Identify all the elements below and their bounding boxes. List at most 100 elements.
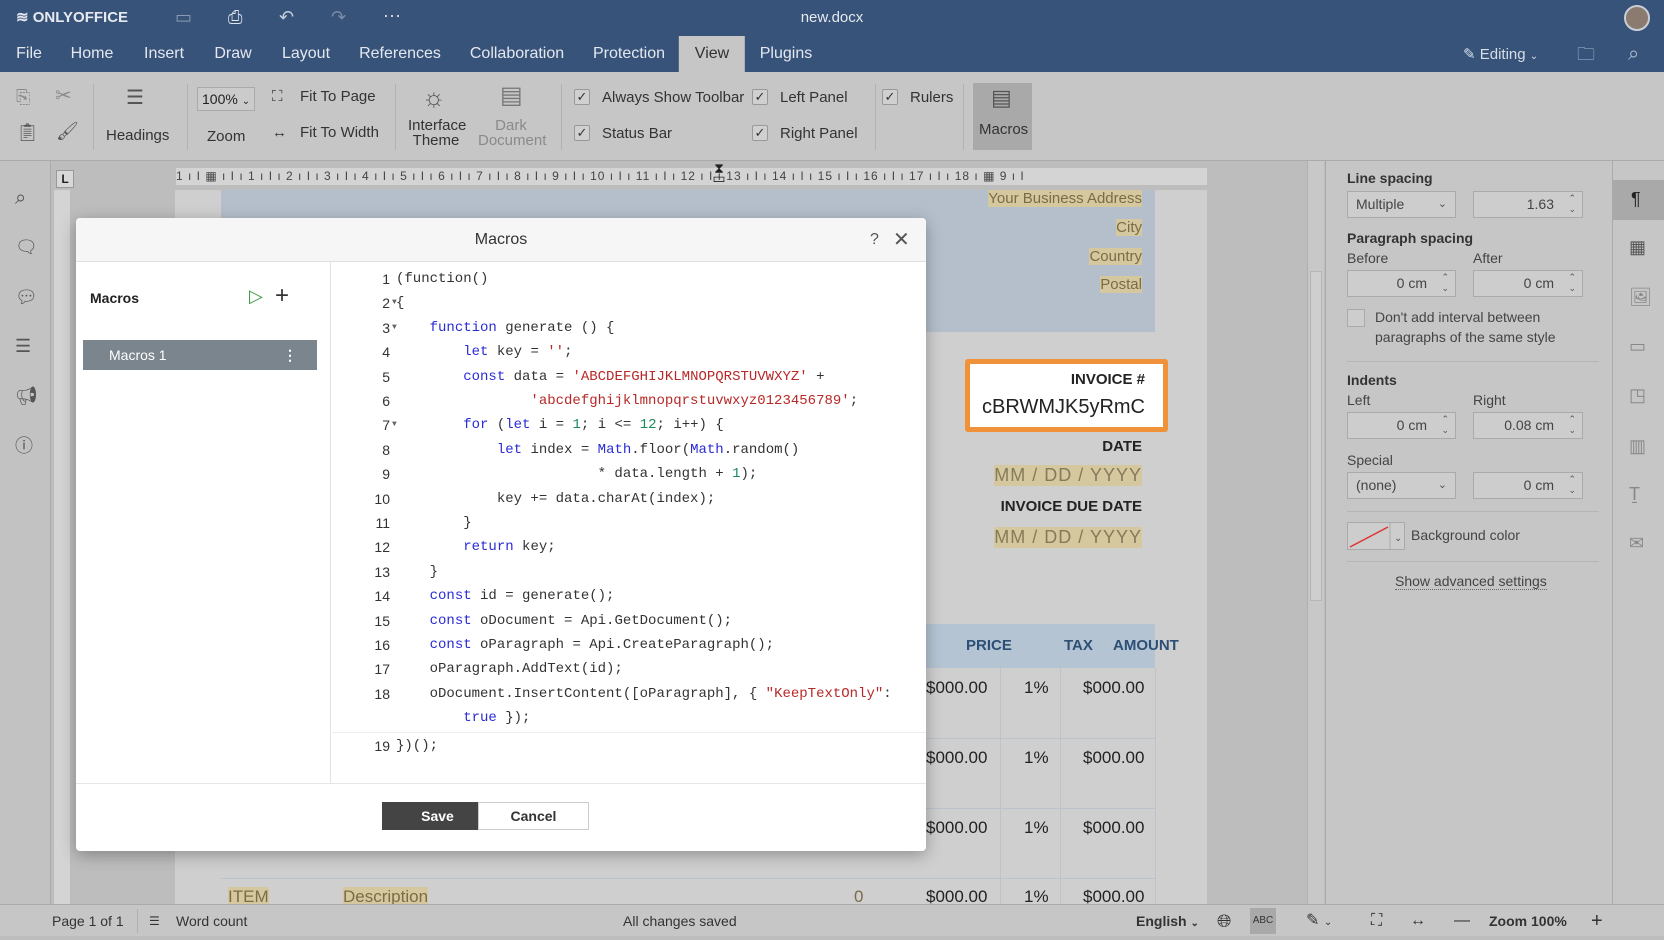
spacing-before-input[interactable]: 0 cm ⌃ ⌄ (1347, 270, 1456, 297)
paragraph-settings-tab[interactable]: ¶ (1613, 180, 1664, 220)
code-line[interactable]: 9 * data.length + 1); (332, 461, 926, 487)
line-spacing-input[interactable]: 1.63 ⌃ ⌄ (1473, 191, 1583, 218)
tab-stop-selector[interactable]: L (56, 170, 74, 188)
fit-page-icon[interactable]: ⛶ (1371, 905, 1382, 937)
zoom-level[interactable]: Zoom 100% (1489, 905, 1567, 937)
tab-plugins[interactable]: Plugins (746, 36, 826, 72)
date-field[interactable]: MM / DD / YYYY (994, 465, 1142, 486)
zoom-in-icon[interactable]: + (1591, 905, 1603, 937)
comments-icon[interactable]: 🗨︎ (15, 238, 38, 256)
code-line[interactable]: 8 let index = Math.floor(Math.random() (332, 437, 926, 463)
run-macro-icon[interactable]: ▷ (249, 286, 263, 307)
tab-protection[interactable]: Protection (579, 36, 679, 72)
avatar[interactable] (1624, 5, 1650, 31)
indent-marker[interactable]: ⧗ ▭ (712, 161, 726, 193)
postal[interactable]: Postal (1100, 276, 1142, 293)
right-panel-checkbox[interactable]: ✓ (752, 125, 768, 141)
horizontal-ruler[interactable]: 1 ı I ▦ ı I ı 1 ı I ı 2 ı I ı 3 ı I ı 4 … (176, 168, 1207, 185)
text-art-icon[interactable]: Ṯ (1629, 485, 1640, 503)
indent-left-input[interactable]: 0 cm ⌃ ⌄ (1347, 412, 1456, 439)
paste-icon[interactable]: 📋︎ (16, 123, 39, 141)
tab-view[interactable]: View (678, 36, 746, 72)
invoice-number-box[interactable]: INVOICE # cBRWMJK5yRmC (965, 359, 1168, 432)
track-changes-icon[interactable]: ✎ ⌄ (1306, 905, 1332, 939)
due-date-field[interactable]: MM / DD / YYYY (994, 527, 1142, 548)
scrollbar-thumb[interactable] (1310, 271, 1322, 601)
tab-insert[interactable]: Insert (130, 36, 198, 72)
code-line[interactable]: 14 const id = generate(); (332, 583, 926, 609)
code-editor[interactable]: 1 (function() 2 ▼{3 ▼ function generate () {… (332, 262, 926, 783)
search-icon[interactable]: ⌕ (1628, 44, 1639, 64)
image-settings-icon[interactable]: 🖼︎ (1629, 288, 1652, 306)
code-line[interactable]: 18 oDocument.InsertContent([oParagraph],… (332, 681, 926, 707)
indent-right-input[interactable]: 0.08 cm ⌃ ⌄ (1473, 412, 1583, 439)
code-line[interactable]: 12 return key; (332, 534, 926, 560)
status-bar-checkbox[interactable]: ✓ (574, 125, 590, 141)
fit-width-icon[interactable]: ↔ (1410, 905, 1426, 937)
about-icon[interactable]: ⓘ (15, 437, 33, 455)
code-line[interactable]: true }); (332, 705, 926, 731)
interface-theme-button[interactable]: ☼ Interface Theme (404, 82, 468, 154)
tab-home[interactable]: Home (57, 36, 128, 72)
navigation-icon[interactable]: ☰ (15, 337, 31, 355)
mail-merge-icon[interactable]: ✉ (1629, 534, 1644, 552)
chart-settings-icon[interactable]: ▥ (1629, 437, 1646, 455)
code-line[interactable]: 17 oParagraph.AddText(id); (332, 656, 926, 682)
price-cell[interactable]: $000.00 (926, 748, 987, 768)
zoom-out-icon[interactable]: — (1454, 905, 1470, 937)
code-line[interactable]: 19})(); (332, 731, 926, 758)
language-selector[interactable]: English ⌄ (1136, 905, 1199, 940)
code-line[interactable]: 4 let key = ''; (332, 339, 926, 365)
macros-button[interactable]: ▤ Macros (973, 83, 1032, 150)
headings-button[interactable]: ☰ Headings (102, 82, 172, 152)
more-options-icon[interactable]: ⋮ (283, 340, 297, 370)
header-footer-icon[interactable]: ▭ (1629, 337, 1646, 355)
save-button[interactable]: Save (382, 802, 493, 830)
special-indent-select[interactable]: (none) ⌄ (1347, 472, 1456, 499)
tab-collaboration[interactable]: Collaboration (456, 36, 578, 72)
cancel-button[interactable]: Cancel (478, 802, 589, 830)
code-line[interactable]: 16 const oParagraph = Api.CreateParagrap… (332, 632, 926, 658)
copy-icon[interactable]: ⎘ (16, 88, 30, 106)
code-line[interactable]: 5 const data = 'ABCDEFGHIJKLMNOPQRSTUVWX… (332, 364, 926, 390)
special-indent-input[interactable]: 0 cm ⌃ ⌄ (1473, 472, 1583, 499)
business-address[interactable]: Your Business Address (988, 190, 1142, 207)
zoom-dropdown[interactable]: 100% ⌄ (197, 87, 255, 111)
line-spacing-select[interactable]: Multiple ⌄ (1347, 191, 1456, 218)
spacing-after-input[interactable]: 0 cm ⌃ ⌄ (1473, 270, 1583, 297)
code-line[interactable]: 1 (function() (332, 266, 926, 292)
shape-settings-icon[interactable]: ◳ (1629, 386, 1646, 404)
amount-cell[interactable]: $000.00 (1083, 818, 1144, 838)
close-icon[interactable]: ✕ (893, 218, 910, 262)
help-button[interactable]: ? (870, 218, 879, 262)
amount-cell[interactable]: $000.00 (1083, 748, 1144, 768)
code-line[interactable]: 2 ▼{ (332, 290, 926, 316)
spellcheck-icon[interactable]: ABC (1250, 908, 1276, 934)
dont-add-interval-checkbox[interactable] (1347, 309, 1365, 327)
document-scrollbar[interactable] (1307, 161, 1324, 904)
tab-file[interactable]: File (2, 36, 56, 72)
cut-icon[interactable]: ✂ (55, 86, 72, 106)
tax-cell[interactable]: 1% (1024, 748, 1049, 768)
tax-cell[interactable]: 1% (1024, 678, 1049, 698)
always-show-toolbar-checkbox[interactable]: ✓ (574, 89, 590, 105)
tab-references[interactable]: References (345, 36, 455, 72)
word-count-button[interactable]: Word count (176, 905, 247, 937)
macro-list-item[interactable]: Macros 1 ⋮ (83, 340, 317, 370)
format-painter-icon[interactable]: 🖌︎ (56, 122, 79, 140)
background-color-picker[interactable]: ⌄ (1347, 522, 1405, 550)
code-line[interactable]: 10 key += data.charAt(index); (332, 486, 926, 512)
code-line[interactable]: 11 } (332, 510, 926, 536)
city[interactable]: City (1116, 219, 1142, 236)
code-line[interactable]: 7 ▼ for (let i = 1; i <= 12; i++) { (332, 412, 926, 438)
price-cell[interactable]: $000.00 (926, 678, 987, 698)
open-file-location-icon[interactable]: 🗀 (1577, 45, 1595, 63)
code-line[interactable]: 6 'abcdefghijklmnopqrstuvwxyz0123456789'… (332, 388, 926, 414)
price-cell[interactable]: $000.00 (926, 818, 987, 838)
page-indicator[interactable]: Page 1 of 1 (52, 905, 124, 937)
code-line[interactable]: 13 } (332, 559, 926, 585)
tab-draw[interactable]: Draw (200, 36, 265, 72)
editing-mode-button[interactable]: ✎ Editing ⌄ (1463, 45, 1538, 63)
rulers-checkbox[interactable]: ✓ (882, 89, 898, 105)
left-panel-checkbox[interactable]: ✓ (752, 89, 768, 105)
